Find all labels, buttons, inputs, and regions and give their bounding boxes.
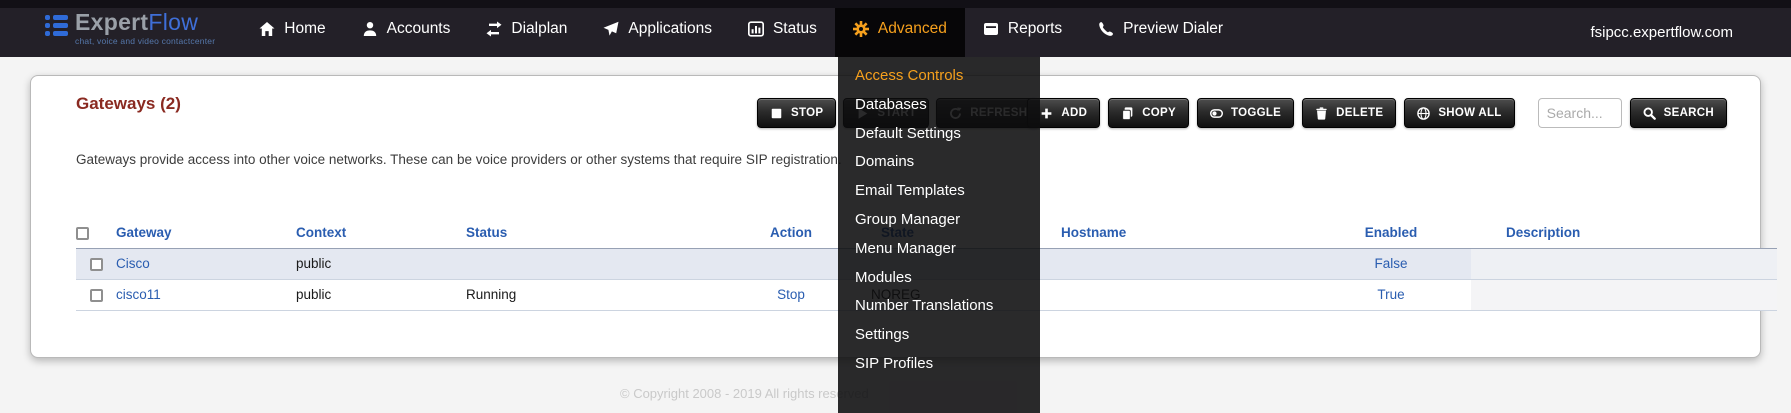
column-header-enabled[interactable]: Enabled xyxy=(1311,218,1471,248)
nav-item-label: Advanced xyxy=(878,20,947,38)
show-all-button[interactable]: SHOW ALL xyxy=(1404,98,1514,128)
nav-item-advanced[interactable]: Advanced xyxy=(835,0,965,57)
nav-item-label: Preview Dialer xyxy=(1123,20,1223,38)
column-header-hostname[interactable]: Hostname xyxy=(1061,218,1311,248)
enabled-link[interactable]: False xyxy=(1374,256,1407,271)
nav-item-preview-dialer[interactable]: Preview Dialer xyxy=(1080,0,1241,57)
phone-icon xyxy=(1098,21,1114,37)
copyright-footer: © Copyright 2008 - 2019 All rights reser… xyxy=(620,386,869,401)
column-header-gateway[interactable]: Gateway xyxy=(116,218,296,248)
menu-item-email-templates[interactable]: Email Templates xyxy=(838,177,1040,206)
hostname-cell xyxy=(1061,279,1311,310)
status-cell xyxy=(466,248,711,279)
nav-menu: Home Accounts Dialplan Applications Stat… xyxy=(241,0,1241,57)
page-title: Gateways (2) xyxy=(76,94,181,114)
menu-item-default-settings[interactable]: Default Settings xyxy=(838,120,1040,149)
plus-icon xyxy=(1040,107,1053,120)
window-icon xyxy=(983,21,999,37)
brand-logo[interactable]: ExpertFlow chat, voice and video contact… xyxy=(45,11,215,46)
context-cell: public xyxy=(296,279,466,310)
brand-name: ExpertFlow xyxy=(75,9,198,35)
enabled-link[interactable]: True xyxy=(1377,287,1404,302)
gear-icon xyxy=(853,21,869,37)
nav-item-label: Status xyxy=(773,20,817,38)
toggle-icon xyxy=(1210,107,1223,120)
search-button[interactable]: SEARCH xyxy=(1630,98,1727,128)
column-header-status[interactable]: Status xyxy=(466,218,711,248)
toolbar-right: ADD COPY TOGGLE DELETE SHOW ALL SEARCH xyxy=(1027,98,1727,128)
menu-item-menu-manager[interactable]: Menu Manager xyxy=(838,235,1040,264)
nav-item-home[interactable]: Home xyxy=(241,0,343,57)
menu-item-settings[interactable]: Settings xyxy=(838,321,1040,350)
navbar-top-strip xyxy=(0,0,1791,8)
gateway-link[interactable]: cisco11 xyxy=(116,287,161,302)
nav-item-status[interactable]: Status xyxy=(730,0,835,57)
stop-icon xyxy=(770,107,783,120)
nav-item-label: Reports xyxy=(1008,20,1062,38)
nav-item-accounts[interactable]: Accounts xyxy=(344,0,469,57)
copy-button[interactable]: COPY xyxy=(1108,98,1189,128)
user-icon xyxy=(362,21,378,37)
select-all-checkbox[interactable] xyxy=(76,227,89,240)
menu-item-modules[interactable]: Modules xyxy=(838,264,1040,293)
brand-tagline: chat, voice and video contactcenter xyxy=(75,37,215,46)
transfer-icon xyxy=(486,21,502,37)
status-cell: Running xyxy=(466,279,711,310)
row-checkbox[interactable] xyxy=(90,289,103,302)
menu-item-group-manager[interactable]: Group Manager xyxy=(838,206,1040,235)
toggle-button[interactable]: TOGGLE xyxy=(1197,98,1294,128)
nav-item-label: Applications xyxy=(628,20,712,38)
search-input[interactable] xyxy=(1538,98,1622,128)
row-checkbox[interactable] xyxy=(90,258,103,271)
menu-item-domains[interactable]: Domains xyxy=(838,148,1040,177)
column-header-context[interactable]: Context xyxy=(296,218,466,248)
action-stop-link[interactable]: Stop xyxy=(777,287,805,302)
search-icon xyxy=(1643,107,1656,120)
nav-item-dialplan[interactable]: Dialplan xyxy=(468,0,585,57)
brand-list-icon xyxy=(45,15,68,36)
description-cell xyxy=(1471,279,1777,310)
gateway-link[interactable]: Cisco xyxy=(116,256,150,271)
page-description: Gateways provide access into other voice… xyxy=(76,152,842,167)
delete-button[interactable]: DELETE xyxy=(1302,98,1396,128)
domain-label: fsipcc.expertflow.com xyxy=(1590,8,1733,57)
description-cell xyxy=(1471,248,1777,279)
copy-icon xyxy=(1121,107,1134,120)
top-navbar: ExpertFlow chat, voice and video contact… xyxy=(0,0,1791,57)
trash-icon xyxy=(1315,107,1328,120)
column-header-description[interactable]: Description xyxy=(1471,218,1777,248)
paper-plane-icon xyxy=(603,21,619,37)
stop-button[interactable]: STOP xyxy=(757,98,836,128)
home-icon xyxy=(259,21,275,37)
nav-item-label: Accounts xyxy=(387,20,451,38)
nav-item-label: Home xyxy=(284,20,325,38)
menu-item-number-translations[interactable]: Number Translations xyxy=(838,292,1040,321)
nav-item-label: Dialplan xyxy=(511,20,567,38)
nav-item-reports[interactable]: Reports xyxy=(965,0,1080,57)
nav-item-applications[interactable]: Applications xyxy=(585,0,730,57)
menu-item-sip-profiles[interactable]: SIP Profiles xyxy=(838,350,1040,379)
menu-item-databases[interactable]: Databases xyxy=(838,91,1040,120)
context-cell: public xyxy=(296,248,466,279)
advanced-dropdown-menu: Access Controls Databases Default Settin… xyxy=(838,57,1040,413)
globe-icon xyxy=(1417,107,1430,120)
hostname-cell xyxy=(1061,248,1311,279)
menu-item-access-controls[interactable]: Access Controls xyxy=(838,62,1040,91)
bar-chart-icon xyxy=(748,21,764,37)
